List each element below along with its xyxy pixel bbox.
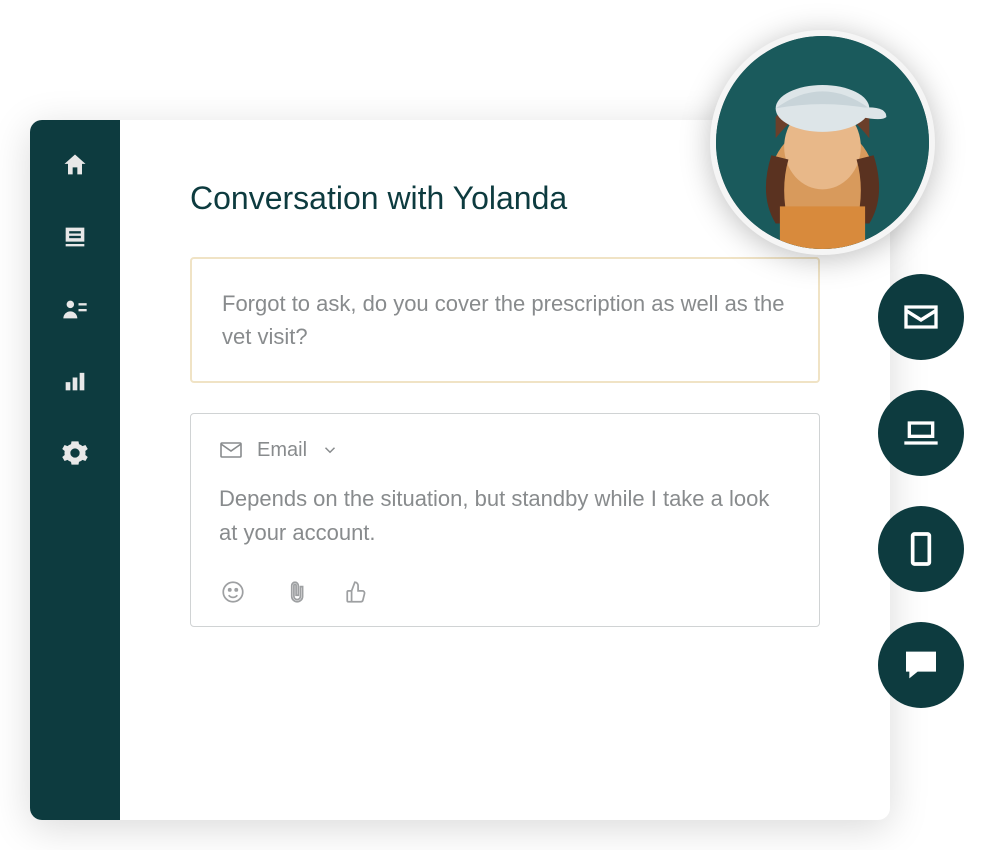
stats-icon[interactable] <box>60 366 90 396</box>
sidebar <box>30 120 120 820</box>
reply-actions <box>219 578 791 606</box>
settings-icon[interactable] <box>60 438 90 468</box>
avatar <box>710 30 935 255</box>
envelope-icon <box>219 438 243 462</box>
reply-text[interactable]: Depends on the situation, but standby wh… <box>219 482 791 550</box>
inbox-icon[interactable] <box>60 222 90 252</box>
emoji-button[interactable] <box>219 578 247 606</box>
quick-channel-circles <box>878 274 964 708</box>
channel-chat-button[interactable] <box>878 622 964 708</box>
channel-label: Email <box>257 439 307 462</box>
contacts-icon[interactable] <box>60 294 90 324</box>
chevron-down-icon <box>321 441 339 459</box>
thumbs-up-button[interactable] <box>343 578 371 606</box>
channel-tablet-button[interactable] <box>878 506 964 592</box>
reply-box: Email Depends on the situation, but stan… <box>190 413 820 627</box>
channel-select[interactable]: Email <box>219 438 791 462</box>
attachment-button[interactable] <box>281 578 309 606</box>
home-icon[interactable] <box>60 150 90 180</box>
channel-email-button[interactable] <box>878 274 964 360</box>
incoming-message: Forgot to ask, do you cover the prescrip… <box>190 257 820 383</box>
channel-laptop-button[interactable] <box>878 390 964 476</box>
